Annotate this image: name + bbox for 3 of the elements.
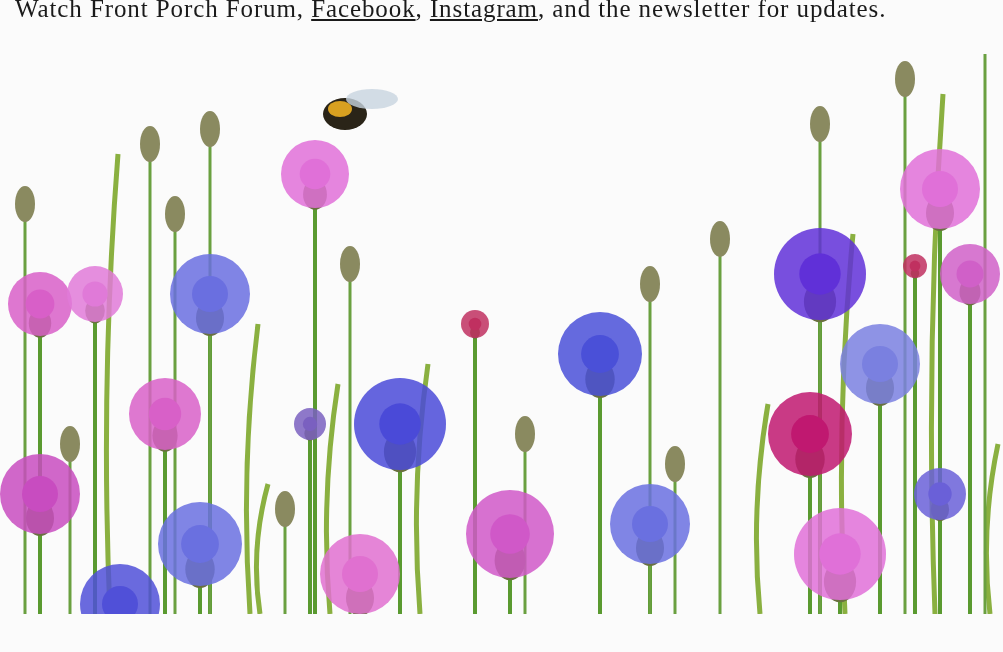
social-link[interactable]: Facebook: [311, 0, 416, 22]
update-paragraph: Watch Front Porch Forum, Facebook, Instagram, and the newsletter for updates.: [14, 0, 888, 24]
social-link[interactable]: Instagram: [429, 0, 538, 22]
